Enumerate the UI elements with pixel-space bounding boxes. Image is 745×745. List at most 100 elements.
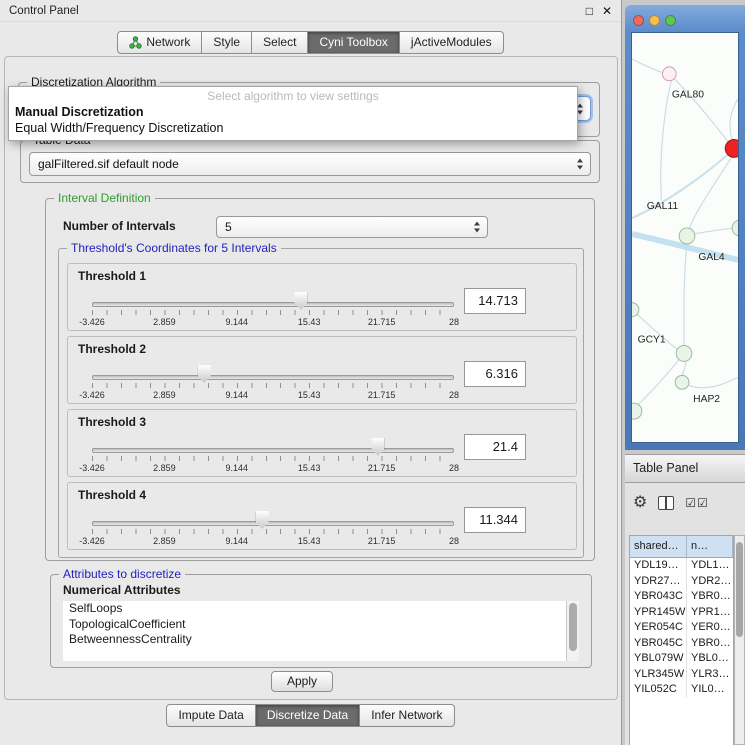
- table-panel: ⚙ ☑☑ shared… n… YDL19… YDL1… YDR27… YDR2…: [625, 483, 745, 745]
- control-panel-titlebar[interactable]: Control Panel □ ✕: [0, 0, 621, 22]
- list-item[interactable]: TopologicalCoefficient: [63, 617, 579, 633]
- cell-shared-name: YLR345W: [630, 667, 687, 683]
- node[interactable]: [732, 220, 738, 236]
- table-scrollbar[interactable]: [734, 535, 745, 745]
- gear-icon[interactable]: ⚙: [633, 495, 647, 511]
- list-item[interactable]: SelfLoops: [63, 601, 579, 617]
- select-all-icon[interactable]: ☑☑: [685, 496, 709, 510]
- tab-discretize-data[interactable]: Discretize Data: [256, 704, 360, 727]
- table-row[interactable]: YIL052C YIL0…: [630, 682, 733, 698]
- tab-cyni-toolbox[interactable]: Cyni Toolbox: [308, 31, 399, 54]
- scale-label: 28: [449, 536, 459, 546]
- scrollbar-thumb[interactable]: [736, 542, 743, 637]
- numerical-attributes-list[interactable]: SelfLoops TopologicalCoefficient Between…: [63, 601, 579, 661]
- slider-track[interactable]: [92, 375, 454, 380]
- slider-track[interactable]: [92, 448, 454, 453]
- zoom-traffic-light-icon[interactable]: [665, 15, 676, 26]
- control-panel-title: Control Panel: [9, 5, 79, 17]
- numerical-attributes-label: Numerical Attributes: [63, 583, 181, 597]
- scrollbar-thumb[interactable]: [569, 603, 577, 651]
- table-row[interactable]: YBL079W YBL0…: [630, 651, 733, 667]
- control-panel-tab-bar: Network Style Select Cyni Toolbox jActiv…: [0, 31, 621, 54]
- scale-label: 15.43: [298, 463, 321, 473]
- node-label: GAL80: [672, 90, 704, 101]
- threshold-2-slider[interactable]: -3.426 2.859 9.144 15.43 21.715 28: [92, 363, 454, 403]
- tab-network[interactable]: Network: [117, 31, 202, 54]
- node[interactable]: [676, 345, 692, 361]
- cell-shared-name: YDR27…: [630, 574, 687, 590]
- cell-name: YBR0…: [687, 636, 733, 652]
- cell-name: YBR0…: [687, 589, 733, 605]
- table-row[interactable]: YBR045C YBR0…: [630, 636, 733, 652]
- cell-shared-name: YER054C: [630, 620, 687, 636]
- column-selector-icon[interactable]: [658, 496, 674, 510]
- slider-thumb[interactable]: [294, 292, 307, 310]
- threshold-3-value-field[interactable]: 21.4: [464, 434, 526, 460]
- threshold-4-label: Threshold 4: [78, 488, 146, 502]
- algorithm-option-equal-width[interactable]: Equal Width/Frequency Discretization: [9, 120, 577, 136]
- network-canvas[interactable]: GAL80 GAL11 GAL4 GCY1 HAP2: [631, 32, 739, 443]
- table-row[interactable]: YER054C YER0…: [630, 620, 733, 636]
- cell-name: YPR1…: [687, 605, 733, 621]
- table-row[interactable]: YPR145W YPR1…: [630, 605, 733, 621]
- close-icon[interactable]: ✕: [602, 4, 612, 18]
- threshold-2-panel: Threshold 2 -3.426 2.859 9.144 15.43 21.…: [67, 336, 577, 404]
- control-panel: Control Panel □ ✕ Network Style Select C…: [0, 0, 622, 745]
- scale-label: 15.43: [298, 317, 321, 327]
- scale-label: 9.144: [226, 536, 249, 546]
- list-scrollbar[interactable]: [566, 601, 579, 661]
- column-header-name[interactable]: n…: [687, 536, 733, 557]
- apply-button[interactable]: Apply: [271, 671, 333, 692]
- algorithm-option-placeholder[interactable]: Select algorithm to view settings: [9, 89, 577, 104]
- slider-thumb[interactable]: [198, 365, 211, 383]
- threshold-4-slider[interactable]: -3.426 2.859 9.144 15.43 21.715 28: [92, 509, 454, 549]
- slider-ticks: [92, 310, 454, 315]
- tab-select[interactable]: Select: [252, 31, 308, 54]
- interval-definition-group: Interval Definition Number of Intervals …: [45, 198, 595, 561]
- table-row[interactable]: YDR27… YDR2…: [630, 574, 733, 590]
- table-data-combobox[interactable]: galFiltered.sif default node: [29, 152, 591, 176]
- scale-label: 2.859: [153, 317, 176, 327]
- table-data-group: Table Data galFiltered.sif default node: [20, 140, 600, 183]
- threshold-3-label: Threshold 3: [78, 415, 146, 429]
- tab-jactivemodules[interactable]: jActiveModules: [400, 31, 504, 54]
- slider-thumb[interactable]: [256, 511, 269, 529]
- slider-ticks: [92, 529, 454, 534]
- table-row[interactable]: YBR043C YBR0…: [630, 589, 733, 605]
- threshold-1-value-field[interactable]: 14.713: [464, 288, 526, 314]
- column-header-shared-name[interactable]: shared…: [630, 536, 687, 557]
- algorithm-option-manual-discretization[interactable]: Manual Discretization: [9, 104, 577, 120]
- cell-name: YIL0…: [687, 682, 733, 698]
- attributes-group: Attributes to discretize Numerical Attri…: [50, 574, 592, 668]
- node[interactable]: [632, 403, 642, 419]
- threshold-4-value-field[interactable]: 11.344: [464, 507, 526, 533]
- slider-track[interactable]: [92, 302, 454, 307]
- scale-label: 28: [449, 463, 459, 473]
- slider-thumb[interactable]: [371, 438, 384, 456]
- node-gal4[interactable]: [679, 228, 695, 244]
- threshold-2-value-field[interactable]: 6.316: [464, 361, 526, 387]
- threshold-3-slider[interactable]: -3.426 2.859 9.144 15.43 21.715 28: [92, 436, 454, 476]
- node-hap2[interactable]: [675, 375, 689, 389]
- node[interactable]: [662, 67, 676, 81]
- table-panel-titlebar[interactable]: Table Panel: [625, 454, 745, 483]
- list-item[interactable]: BetweennessCentrality: [63, 632, 579, 648]
- threshold-1-slider[interactable]: -3.426 2.859 9.144 15.43 21.715 28: [92, 290, 454, 330]
- cell-shared-name: YIL052C: [630, 682, 687, 698]
- scale-label: 21.715: [368, 463, 396, 473]
- network-view-window[interactable]: GAL80 GAL11 GAL4 GCY1 HAP2: [625, 5, 745, 450]
- close-traffic-light-icon[interactable]: [633, 15, 644, 26]
- minimize-traffic-light-icon[interactable]: [649, 15, 660, 26]
- tab-network-label: Network: [146, 32, 190, 53]
- slider-track[interactable]: [92, 521, 454, 526]
- tab-style[interactable]: Style: [202, 31, 252, 54]
- number-of-intervals-combobox[interactable]: 5: [216, 216, 488, 238]
- tab-infer-network[interactable]: Infer Network: [360, 704, 454, 727]
- tab-impute-data[interactable]: Impute Data: [166, 704, 255, 727]
- table-row[interactable]: YDL19… YDL1…: [630, 558, 733, 574]
- float-window-icon[interactable]: □: [586, 4, 593, 18]
- node-attribute-table: shared… n… YDL19… YDL1… YDR27… YDR2… YBR…: [629, 535, 734, 745]
- table-row[interactable]: YLR345W YLR3…: [630, 667, 733, 683]
- tab-discretize-data-label: Discretize Data: [267, 705, 348, 726]
- selected-node[interactable]: [725, 139, 738, 157]
